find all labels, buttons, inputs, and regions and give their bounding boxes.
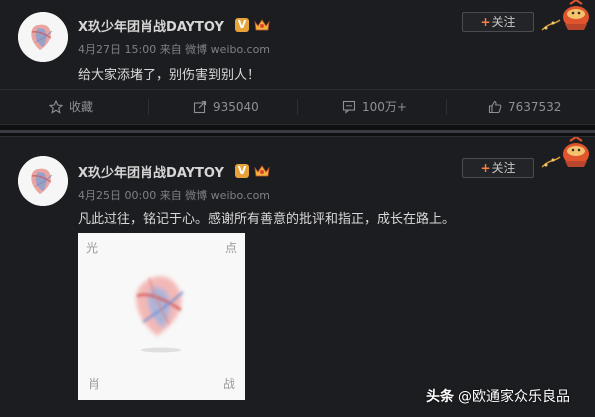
- plus-icon: +: [480, 15, 491, 29]
- image-corner-text: 光: [86, 241, 99, 255]
- like-button[interactable]: 7637532: [447, 90, 595, 124]
- post-image[interactable]: 光 点 肖 战: [78, 233, 245, 400]
- post-content: 凡此过往，铭记于心。感谢所有善意的批评和指正，成长在路上。: [78, 212, 456, 227]
- plus-icon: +: [480, 161, 491, 175]
- repost-icon: [193, 100, 207, 114]
- verified-v-icon: V: [235, 164, 249, 178]
- image-corner-text: 点: [224, 241, 237, 255]
- avatar-heart-art-icon: [18, 156, 68, 206]
- avatar[interactable]: [18, 12, 68, 62]
- weibo-post: X玖少年团肖战DAYTOY V 4月27日 15:00 来自 微博 weibo.…: [0, 0, 595, 124]
- watermark-account: @欧通家众乐良品: [458, 389, 570, 405]
- collect-label: 收藏: [69, 100, 94, 114]
- follow-button-label: 关注: [491, 15, 516, 29]
- crown-icon: [254, 19, 270, 31]
- username[interactable]: X玖少年团肖战DAYTOY: [78, 16, 224, 35]
- festive-lantern-decoration-icon: [541, 0, 589, 31]
- avatar[interactable]: [18, 156, 68, 206]
- image-corner-text: 肖: [88, 377, 101, 391]
- thumbs-up-icon: [488, 100, 502, 114]
- image-corner-text: 战: [222, 377, 235, 391]
- comment-button[interactable]: 100万+: [298, 90, 446, 124]
- collect-button[interactable]: 收藏: [0, 90, 148, 124]
- festive-lantern-decoration-icon: [541, 137, 589, 168]
- feed-separator: [0, 124, 595, 137]
- toutiao-watermark: 头条 @欧通家众乐良品: [426, 386, 570, 406]
- like-count: 7637532: [508, 100, 562, 114]
- post-content: 给大家添堵了，别伤害到别人！: [78, 68, 261, 83]
- repost-count: 935040: [213, 100, 259, 114]
- verified-v-icon: V: [235, 18, 249, 32]
- comment-icon: [342, 100, 356, 114]
- repost-button[interactable]: 935040: [149, 90, 297, 124]
- post-meta: 4月25日 00:00 来自 微博 weibo.com: [78, 189, 271, 202]
- crown-icon: [254, 165, 270, 177]
- watermark-brand: 头条: [426, 389, 454, 405]
- avatar-heart-art-icon: [18, 12, 68, 62]
- follow-button[interactable]: +关注: [462, 12, 534, 32]
- post-meta: 4月27日 15:00 来自 微博 weibo.com: [78, 43, 271, 56]
- username[interactable]: X玖少年团肖战DAYTOY: [78, 162, 224, 181]
- follow-button-label: 关注: [491, 161, 516, 175]
- heart-art-illustration: [136, 276, 184, 353]
- post-action-bar: 收藏 935040 100万+ 7637532: [0, 89, 595, 124]
- separator-line: [0, 130, 595, 133]
- follow-button[interactable]: +关注: [462, 158, 534, 178]
- weibo-post: X玖少年团肖战DAYTOY V 4月25日 00:00 来自 微博 weibo.…: [0, 137, 595, 417]
- comment-count: 100万+: [362, 100, 407, 114]
- star-icon: [49, 100, 63, 114]
